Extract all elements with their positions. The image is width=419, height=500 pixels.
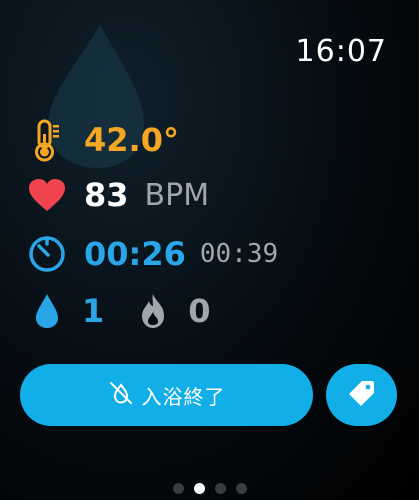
- temperature-row: 42.0°: [22, 118, 179, 162]
- thermometer-icon: [22, 118, 72, 162]
- tag-button[interactable]: [326, 364, 397, 426]
- page-dot[interactable]: [235, 483, 247, 494]
- temperature-value: 42.0°: [84, 121, 179, 159]
- timer-icon: [22, 234, 72, 274]
- watch-screen: 16:07 42.0° 83 BPM 00:26 00:39 1 0 入浴終了: [0, 0, 419, 500]
- end-bath-label: 入浴終了: [141, 384, 226, 409]
- fire-icon: [128, 292, 178, 330]
- page-dot[interactable]: [172, 483, 184, 494]
- end-bath-button[interactable]: 入浴終了: [20, 364, 313, 426]
- timer-row: 00:26 00:39: [22, 234, 278, 274]
- page-dot[interactable]: [214, 483, 226, 494]
- page-dot-active[interactable]: [193, 483, 205, 494]
- heart-rate-unit: BPM: [144, 177, 210, 213]
- page-indicator: [0, 483, 419, 494]
- fire-count: 0: [188, 292, 211, 330]
- heart-rate-row: 83 BPM: [22, 176, 209, 214]
- water-count: 1: [82, 292, 105, 330]
- heart-rate-value: 83: [84, 176, 129, 214]
- tag-icon: [348, 379, 376, 411]
- timer-elapsed: 00:26: [84, 235, 186, 273]
- heart-icon: [22, 177, 72, 213]
- counts-row: 1 0: [22, 292, 211, 330]
- water-drop-icon: [22, 292, 72, 330]
- timer-secondary: 00:39: [199, 239, 279, 269]
- clock-time: 16:07: [295, 34, 387, 69]
- no-bath-icon: [108, 380, 134, 411]
